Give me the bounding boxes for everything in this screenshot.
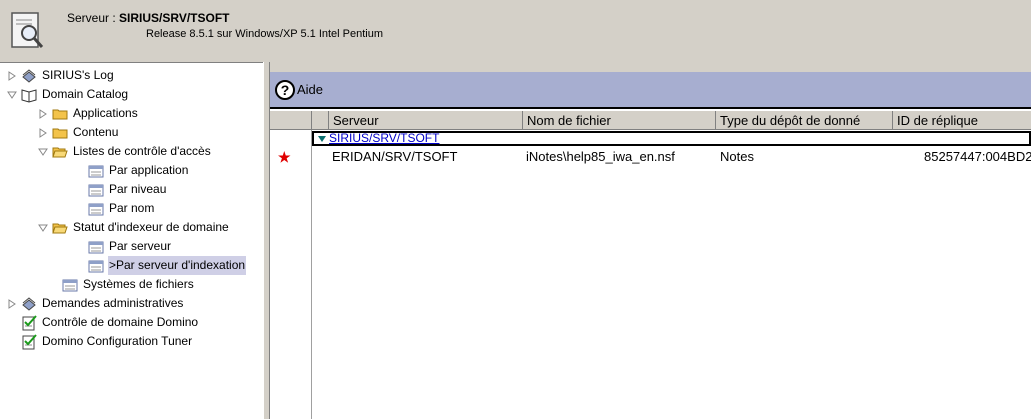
collapse-arrow-icon[interactable] — [6, 89, 18, 101]
cell-nom-fichier: iNotes\help85_iwa_en.nsf — [526, 149, 675, 164]
server-header: Serveur : SIRIUS/SRV/TSOFT Release 8.5.1… — [0, 0, 1031, 62]
unread-star-icon: ★ — [278, 149, 291, 165]
tree-item-statut-indexeur[interactable]: Statut d'indexeur de domaine — [37, 218, 230, 237]
tree-item-par-application[interactable]: Par application — [88, 161, 189, 180]
column-header-type[interactable]: Type du dépôt de donné — [716, 111, 893, 130]
tree-item-label: Par nom — [109, 201, 155, 215]
tree-item-label: Par serveur — [109, 239, 172, 253]
tree-item-controle-domaine[interactable]: Contrôle de domaine Domino — [21, 313, 199, 332]
column-header-id-replique[interactable]: ID de réplique — [893, 111, 1031, 130]
column-header-serveur[interactable]: Serveur — [329, 111, 523, 130]
cell-type: Notes — [720, 149, 754, 164]
view-icon — [88, 260, 104, 272]
tree-item-contenu[interactable]: Contenu — [37, 123, 119, 142]
check-doc-icon — [22, 314, 37, 330]
tree-item-label: Par application — [109, 163, 189, 177]
category-expanded-icon[interactable] — [318, 135, 326, 142]
tree-item-label: Contenu — [73, 125, 119, 139]
tree-item-label-selected: >Par serveur d'indexation — [108, 256, 247, 275]
view-grid: Serveur Nom de fichier Type du dépôt de … — [270, 111, 1031, 419]
server-title: Serveur : SIRIUS/SRV/TSOFT — [67, 11, 230, 25]
expand-arrow-icon[interactable] — [6, 70, 18, 82]
folder-icon — [52, 128, 68, 138]
expand-arrow-icon[interactable] — [37, 127, 49, 139]
tree-item-label: Par niveau — [109, 182, 167, 196]
folder-icon — [52, 109, 68, 119]
tree-item-label: Domino Configuration Tuner — [42, 334, 193, 348]
action-bar: ? Aide — [270, 72, 1031, 109]
content-pane: ? Aide Serveur Nom de fichier Type du dé… — [270, 72, 1031, 419]
tree-item-demandes-admin[interactable]: Demandes administratives — [6, 294, 184, 313]
table-row[interactable]: ERIDAN/SRV/TSOFT iNotes\help85_iwa_en.ns… — [312, 147, 1031, 167]
book-icon — [21, 88, 37, 103]
tree-item-listes-acl[interactable]: Listes de contrôle d'accès — [37, 142, 212, 161]
log-icon — [22, 68, 36, 83]
tree-item-label: Systèmes de fichiers — [83, 277, 194, 291]
pane-splitter[interactable] — [263, 62, 270, 419]
column-header-nom-fichier[interactable]: Nom de fichier — [523, 111, 716, 130]
view-icon — [62, 279, 78, 291]
expand-arrow-icon[interactable] — [6, 298, 18, 310]
server-release: Release 8.5.1 sur Windows/XP 5.1 Intel P… — [146, 28, 384, 40]
collapse-arrow-icon[interactable] — [37, 222, 49, 234]
tree-item-sirius-log[interactable]: SIRIUS's Log — [6, 66, 115, 85]
tree-item-par-nom[interactable]: Par nom — [88, 199, 155, 218]
tree-item-config-tuner[interactable]: Domino Configuration Tuner — [21, 332, 193, 351]
tree-item-systemes-fichiers[interactable]: Systèmes de fichiers — [62, 275, 195, 294]
tree-item-label: Listes de contrôle d'accès — [73, 144, 211, 158]
help-icon: ? — [275, 79, 295, 100]
navigation-tree: SIRIUS's Log Domain Catalog Applications… — [0, 62, 263, 419]
tree-item-label: Demandes administratives — [42, 296, 184, 310]
help-label: Aide — [297, 82, 324, 97]
tree-item-label: Statut d'indexeur de domaine — [73, 220, 229, 234]
tree-item-applications[interactable]: Applications — [37, 104, 139, 123]
column-header-row: Serveur Nom de fichier Type du dépôt de … — [270, 111, 1031, 130]
tree-item-par-serveur[interactable]: Par serveur — [88, 237, 172, 256]
folder-open-icon — [52, 223, 68, 233]
column-header-marker — [270, 111, 312, 130]
tree-item-label: Contrôle de domaine Domino — [42, 315, 199, 329]
view-icon — [88, 203, 104, 215]
help-button[interactable]: ? Aide — [275, 79, 324, 100]
view-icon — [88, 241, 104, 253]
category-label: SIRIUS/SRV/TSOFT — [329, 131, 440, 145]
server-search-icon — [11, 12, 44, 48]
collapse-arrow-icon[interactable] — [37, 146, 49, 158]
tree-item-domain-catalog[interactable]: Domain Catalog — [6, 85, 129, 104]
tree-item-label: Applications — [73, 106, 138, 120]
marker-column — [270, 130, 312, 419]
view-icon — [88, 165, 104, 177]
column-header-twistie — [312, 111, 329, 130]
cell-serveur: ERIDAN/SRV/TSOFT — [332, 149, 458, 164]
expand-arrow-icon[interactable] — [37, 108, 49, 120]
tree-item-label: SIRIUS's Log — [42, 68, 114, 82]
tree-item-par-serveur-indexation[interactable]: >Par serveur d'indexation — [88, 256, 247, 275]
server-name: SIRIUS/SRV/TSOFT — [119, 11, 230, 25]
tree-item-label: Domain Catalog — [42, 87, 129, 101]
log-icon — [22, 296, 36, 311]
category-row[interactable]: SIRIUS/SRV/TSOFT — [312, 131, 1031, 146]
view-icon — [88, 184, 104, 196]
check-doc-icon — [22, 333, 37, 349]
server-label: Serveur : — [67, 11, 120, 25]
folder-open-icon — [52, 147, 68, 157]
cell-id-replique: 85257447:004BD2 — [924, 149, 1031, 164]
tree-item-par-niveau[interactable]: Par niveau — [88, 180, 167, 199]
